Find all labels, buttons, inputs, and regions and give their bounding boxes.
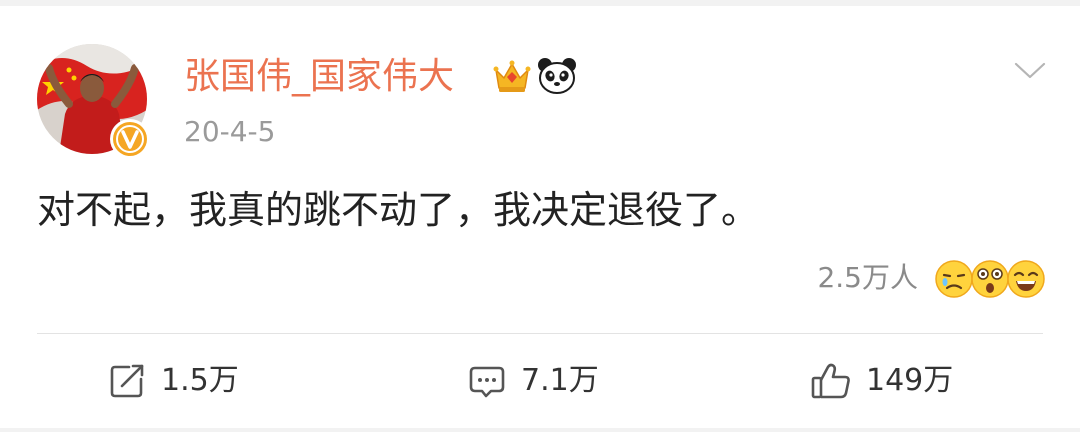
shocked-emoji-icon [970,259,1010,299]
reaction-emojis[interactable] [934,255,1046,303]
panda-icon[interactable] [536,55,578,97]
top-separator [0,0,1080,6]
comment-icon [467,361,507,401]
repost-button[interactable]: 1.5万 [107,356,239,406]
comment-count: 7.1万 [521,363,599,398]
reaction-count[interactable]: 2.5万人 [817,256,918,300]
repost-count: 1.5万 [161,363,239,398]
verified-v-icon [110,119,150,159]
post-text: 对不起，我真的跳不动了，我决定退役了。 [37,188,760,232]
bottom-separator [0,428,1080,432]
chevron-down-icon[interactable] [1012,58,1048,82]
laughing-emoji-icon [1006,259,1046,299]
post-timestamp: 20-4-5 [184,115,276,148]
thumbs-up-icon [810,361,852,401]
like-button[interactable]: 149万 [810,356,953,406]
username[interactable]: 张国伟_国家伟大 [184,52,454,102]
comment-button[interactable]: 7.1万 [467,356,599,406]
like-count: 149万 [866,363,954,398]
crown-icon[interactable] [492,56,532,96]
repost-icon [107,361,147,401]
sad-emoji-icon [934,259,974,299]
divider [37,333,1043,334]
